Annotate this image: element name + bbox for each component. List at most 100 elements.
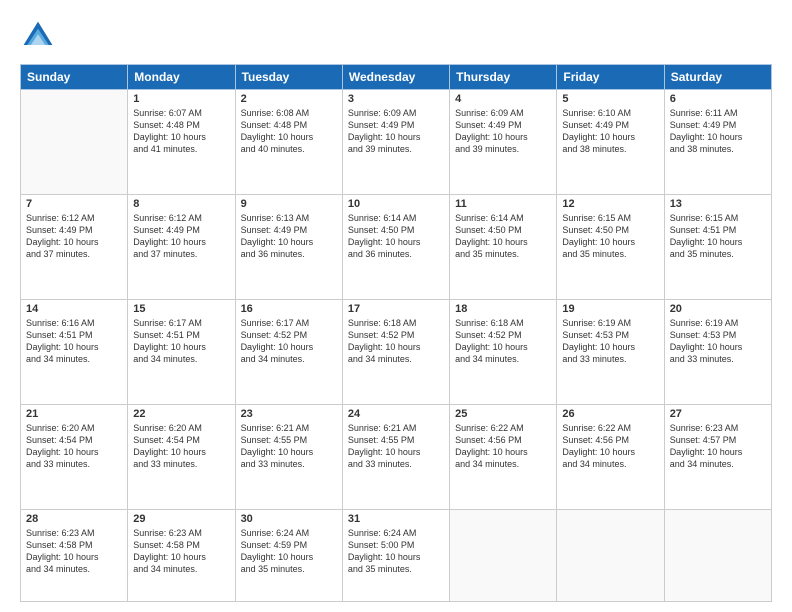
day-number: 13 — [670, 198, 766, 210]
day-number: 21 — [26, 408, 122, 420]
calendar-cell: 22Sunrise: 6:20 AM Sunset: 4:54 PM Dayli… — [128, 405, 235, 510]
day-info: Sunrise: 6:22 AM Sunset: 4:56 PM Dayligh… — [455, 422, 551, 471]
day-info: Sunrise: 6:07 AM Sunset: 4:48 PM Dayligh… — [133, 107, 229, 156]
day-number: 5 — [562, 93, 658, 105]
week-row-2: 14 Sunrise: 6:16 AM Sunset: 4:51 PM Dayli… — [21, 300, 772, 405]
day-number: 9 — [241, 198, 337, 210]
day-info: Sunrise: 6:16 AM Sunset: 4:51 PM Dayligh… — [26, 317, 122, 366]
day-number: 24 — [348, 408, 444, 420]
calendar-cell: 16Sunrise: 6:17 AM Sunset: 4:52 PM Dayli… — [235, 300, 342, 405]
calendar-cell: 5Sunrise: 6:10 AM Sunset: 4:49 PM Daylig… — [557, 90, 664, 195]
day-number: 18 — [455, 303, 551, 315]
calendar-cell: 25 Sunrise: 6:22 AM Sunset: 4:56 PM Dayli… — [450, 405, 557, 510]
calendar-cell: 27 Sunrise: 6:23 AM Sunset: 4:57 PM Dayli… — [664, 405, 771, 510]
header — [20, 18, 772, 54]
calendar-cell: 8 Sunrise: 6:12 AM Sunset: 4:49 PM Daylig… — [128, 195, 235, 300]
week-row-3: 21 Sunrise: 6:20 AM Sunset: 4:54 PM Dayli… — [21, 405, 772, 510]
day-number: 14 — [26, 303, 122, 315]
day-info: Sunrise: 6:18 AM Sunset: 4:52 PM Dayligh… — [348, 317, 444, 366]
day-info: Sunrise: 6:14 AM Sunset: 4:50 PM Dayligh… — [455, 212, 551, 261]
calendar-cell: 21 Sunrise: 6:20 AM Sunset: 4:54 PM Dayli… — [21, 405, 128, 510]
week-row-4: 28Sunrise: 6:23 AM Sunset: 4:58 PM Dayli… — [21, 510, 772, 602]
day-info: Sunrise: 6:18 AM Sunset: 4:52 PM Dayligh… — [455, 317, 551, 366]
day-info: Sunrise: 6:14 AM Sunset: 4:50 PM Dayligh… — [348, 212, 444, 261]
day-info: Sunrise: 6:11 AM Sunset: 4:49 PM Dayligh… — [670, 107, 766, 156]
day-info: Sunrise: 6:24 AM Sunset: 4:59 PM Dayligh… — [241, 527, 337, 576]
day-number: 12 — [562, 198, 658, 210]
day-number: 2 — [241, 93, 337, 105]
day-number: 26 — [562, 408, 658, 420]
calendar-cell: 17 Sunrise: 6:18 AM Sunset: 4:52 PM Dayli… — [342, 300, 449, 405]
day-number: 31 — [348, 513, 444, 525]
day-info: Sunrise: 6:23 AM Sunset: 4:58 PM Dayligh… — [26, 527, 122, 576]
calendar-cell: 9 Sunrise: 6:13 AM Sunset: 4:49 PM Daylig… — [235, 195, 342, 300]
day-number: 29 — [133, 513, 229, 525]
calendar-cell: 11 Sunrise: 6:14 AM Sunset: 4:50 PM Dayli… — [450, 195, 557, 300]
day-info: Sunrise: 6:08 AM Sunset: 4:48 PM Dayligh… — [241, 107, 337, 156]
day-info: Sunrise: 6:20 AM Sunset: 4:54 PM Dayligh… — [133, 422, 229, 471]
calendar-table: SundayMondayTuesdayWednesdayThursdayFrid… — [20, 64, 772, 602]
day-number: 23 — [241, 408, 337, 420]
weekday-header-row: SundayMondayTuesdayWednesdayThursdayFrid… — [21, 65, 772, 90]
day-info: Sunrise: 6:24 AM Sunset: 5:00 PM Dayligh… — [348, 527, 444, 576]
calendar-cell: 18 Sunrise: 6:18 AM Sunset: 4:52 PM Dayli… — [450, 300, 557, 405]
day-info: Sunrise: 6:09 AM Sunset: 4:49 PM Dayligh… — [348, 107, 444, 156]
logo-icon — [20, 18, 56, 54]
weekday-header-tuesday: Tuesday — [235, 65, 342, 90]
page: SundayMondayTuesdayWednesdayThursdayFrid… — [0, 0, 792, 612]
calendar-cell: 3 Sunrise: 6:09 AM Sunset: 4:49 PM Daylig… — [342, 90, 449, 195]
day-info: Sunrise: 6:15 AM Sunset: 4:51 PM Dayligh… — [670, 212, 766, 261]
day-number: 11 — [455, 198, 551, 210]
calendar-cell: 28Sunrise: 6:23 AM Sunset: 4:58 PM Dayli… — [21, 510, 128, 602]
calendar-cell: 2 Sunrise: 6:08 AM Sunset: 4:48 PM Daylig… — [235, 90, 342, 195]
day-info: Sunrise: 6:19 AM Sunset: 4:53 PM Dayligh… — [670, 317, 766, 366]
day-number: 20 — [670, 303, 766, 315]
day-number: 6 — [670, 93, 766, 105]
calendar-cell: 31 Sunrise: 6:24 AM Sunset: 5:00 PM Dayli… — [342, 510, 449, 602]
day-number: 1 — [133, 93, 229, 105]
weekday-header-friday: Friday — [557, 65, 664, 90]
day-number: 25 — [455, 408, 551, 420]
calendar-cell — [557, 510, 664, 602]
weekday-header-monday: Monday — [128, 65, 235, 90]
calendar-cell: 10 Sunrise: 6:14 AM Sunset: 4:50 PM Dayli… — [342, 195, 449, 300]
week-row-0: 1 Sunrise: 6:07 AM Sunset: 4:48 PM Daylig… — [21, 90, 772, 195]
calendar-cell: 19 Sunrise: 6:19 AM Sunset: 4:53 PM Dayli… — [557, 300, 664, 405]
calendar-cell: 30 Sunrise: 6:24 AM Sunset: 4:59 PM Dayli… — [235, 510, 342, 602]
weekday-header-wednesday: Wednesday — [342, 65, 449, 90]
day-number: 30 — [241, 513, 337, 525]
day-number: 3 — [348, 93, 444, 105]
day-info: Sunrise: 6:15 AM Sunset: 4:50 PM Dayligh… — [562, 212, 658, 261]
calendar-cell: 4 Sunrise: 6:09 AM Sunset: 4:49 PM Daylig… — [450, 90, 557, 195]
calendar-cell: 12 Sunrise: 6:15 AM Sunset: 4:50 PM Dayli… — [557, 195, 664, 300]
day-number: 17 — [348, 303, 444, 315]
day-info: Sunrise: 6:22 AM Sunset: 4:56 PM Dayligh… — [562, 422, 658, 471]
weekday-header-sunday: Sunday — [21, 65, 128, 90]
weekday-header-thursday: Thursday — [450, 65, 557, 90]
day-info: Sunrise: 6:17 AM Sunset: 4:51 PM Dayligh… — [133, 317, 229, 366]
day-info: Sunrise: 6:13 AM Sunset: 4:49 PM Dayligh… — [241, 212, 337, 261]
day-info: Sunrise: 6:17 AM Sunset: 4:52 PM Dayligh… — [241, 317, 337, 366]
day-info: Sunrise: 6:12 AM Sunset: 4:49 PM Dayligh… — [26, 212, 122, 261]
day-number: 15 — [133, 303, 229, 315]
calendar-cell — [21, 90, 128, 195]
calendar-cell: 24Sunrise: 6:21 AM Sunset: 4:55 PM Dayli… — [342, 405, 449, 510]
week-row-1: 7 Sunrise: 6:12 AM Sunset: 4:49 PM Daylig… — [21, 195, 772, 300]
calendar-cell: 29Sunrise: 6:23 AM Sunset: 4:58 PM Dayli… — [128, 510, 235, 602]
day-number: 10 — [348, 198, 444, 210]
day-number: 27 — [670, 408, 766, 420]
day-info: Sunrise: 6:20 AM Sunset: 4:54 PM Dayligh… — [26, 422, 122, 471]
day-number: 8 — [133, 198, 229, 210]
day-number: 7 — [26, 198, 122, 210]
day-number: 19 — [562, 303, 658, 315]
calendar-cell: 1 Sunrise: 6:07 AM Sunset: 4:48 PM Daylig… — [128, 90, 235, 195]
calendar-cell — [450, 510, 557, 602]
calendar-cell: 7 Sunrise: 6:12 AM Sunset: 4:49 PM Daylig… — [21, 195, 128, 300]
day-number: 4 — [455, 93, 551, 105]
calendar-cell: 14 Sunrise: 6:16 AM Sunset: 4:51 PM Dayli… — [21, 300, 128, 405]
day-info: Sunrise: 6:12 AM Sunset: 4:49 PM Dayligh… — [133, 212, 229, 261]
calendar-cell: 23Sunrise: 6:21 AM Sunset: 4:55 PM Dayli… — [235, 405, 342, 510]
day-info: Sunrise: 6:23 AM Sunset: 4:57 PM Dayligh… — [670, 422, 766, 471]
day-info: Sunrise: 6:19 AM Sunset: 4:53 PM Dayligh… — [562, 317, 658, 366]
day-info: Sunrise: 6:09 AM Sunset: 4:49 PM Dayligh… — [455, 107, 551, 156]
